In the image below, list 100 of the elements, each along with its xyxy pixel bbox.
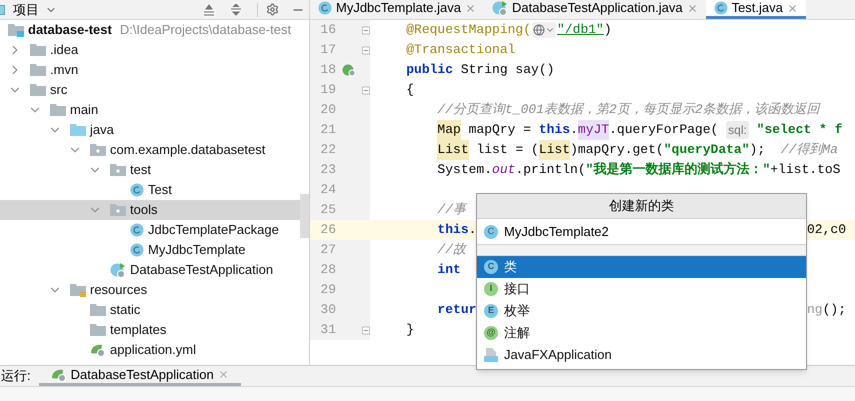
line-number: 24 (319, 181, 336, 200)
tree-label: com.example.databasetest (110, 141, 266, 160)
tree-item[interactable]: com.example.databasetest (0, 140, 300, 160)
tree-item[interactable]: src (0, 80, 300, 100)
tree-item[interactable]: DatabaseTestApplication (0, 260, 300, 280)
code-token: //分页查询t_001表数据，第2页，每页显示2条数据，该函数返回 (437, 101, 820, 120)
tab-label: DatabaseTestApplication (70, 366, 214, 384)
code-token: "select * f (756, 121, 842, 140)
code-token: retur (437, 301, 476, 320)
tree-label: static (110, 301, 140, 320)
fold-marker-icon[interactable] (362, 326, 370, 334)
folder-icon (30, 83, 46, 97)
code-token: "/db1" (557, 21, 604, 40)
close-icon[interactable] (465, 2, 476, 14)
scrollbar-thumb[interactable] (300, 194, 309, 238)
tree-item[interactable]: database-test D:\IdeaProjects\database-test (0, 20, 300, 40)
spring-leaf-icon (50, 368, 67, 382)
class-icon (714, 1, 728, 15)
fold-marker-icon[interactable] (362, 26, 370, 34)
code-token: this (437, 221, 469, 240)
line-number: 21 (319, 121, 336, 140)
tree-label: java (90, 121, 114, 140)
tab-label: Test.java (732, 0, 783, 18)
kind-option[interactable]: JavaFXApplication (477, 344, 806, 366)
class-icon (130, 223, 144, 237)
kind-option[interactable]: I 接口 (477, 278, 806, 300)
settings-icon[interactable] (266, 3, 279, 16)
spring-class-icon (110, 262, 126, 278)
editor-tab[interactable]: DatabaseTestApplication.java (484, 0, 706, 19)
tree-item[interactable]: MyJdbcTemplate (0, 240, 300, 260)
code-token: "我是第一数据库的测试方法：" (586, 160, 770, 180)
kind-option[interactable]: @ 注解 (477, 322, 806, 344)
spring-leaf-icon (90, 343, 106, 357)
project-icon (0, 4, 5, 14)
line-number: 19 (319, 81, 336, 100)
tree-item[interactable]: Test (0, 180, 300, 200)
folder-icon (30, 63, 46, 77)
tab-label: MyJdbcTemplate.java (336, 0, 461, 18)
line-number: 17 (319, 41, 336, 60)
tree-item[interactable]: static (0, 300, 300, 320)
code-token: ); (750, 141, 766, 160)
folder-icon (8, 23, 24, 37)
line-number: 26 (319, 221, 336, 240)
panel-title[interactable]: 项目 (13, 0, 39, 20)
editor-tab[interactable]: Test.java (706, 0, 806, 19)
code-token: //故 (437, 241, 466, 260)
folder-icon (90, 323, 106, 337)
class-icon (318, 1, 332, 15)
close-icon[interactable] (686, 2, 698, 14)
code-token: List (437, 140, 469, 160)
tree-item[interactable]: application.yml (0, 340, 300, 360)
fold-marker-icon[interactable] (362, 86, 370, 94)
folder-icon (90, 143, 106, 157)
tree-item[interactable]: templates (0, 320, 300, 340)
tree-item[interactable]: main (0, 100, 300, 120)
tree-label: resources (90, 281, 148, 300)
code-token: @Transactional (406, 41, 516, 60)
class-icon (130, 183, 144, 197)
close-icon[interactable] (786, 2, 798, 14)
tree-item[interactable]: tools (0, 200, 300, 220)
line-number: 22 (319, 141, 336, 160)
close-icon[interactable] (218, 369, 229, 380)
code-token: "queryData" (664, 141, 750, 160)
folder-icon (50, 103, 66, 117)
tree-item[interactable]: java (0, 120, 300, 140)
tree-item[interactable]: test (0, 160, 300, 180)
tree-item[interactable]: .mvn (0, 60, 300, 80)
kind-option[interactable]: C 类 (477, 256, 806, 278)
code-token: myJT (578, 120, 610, 140)
code-token: public (406, 61, 454, 80)
line-number: 29 (319, 281, 336, 300)
tree-item[interactable]: JdbcTemplatePackage (0, 220, 300, 240)
run-gutter-icon[interactable] (342, 63, 356, 77)
code-token: . (570, 121, 578, 140)
fold-marker-icon[interactable] (362, 46, 370, 54)
editor-tab[interactable]: MyJdbcTemplate.java (310, 0, 484, 19)
javafx-file-icon (484, 348, 498, 362)
expand-all-icon[interactable] (203, 4, 215, 16)
code-token: this (538, 121, 570, 140)
tree-label: .idea (50, 41, 78, 60)
collapse-all-icon[interactable] (230, 4, 242, 16)
class-icon (130, 243, 144, 257)
project-path: D:\IdeaProjects\database-test (120, 21, 292, 40)
folder-icon (110, 203, 126, 217)
globe-dropdown-icon[interactable] (532, 22, 556, 38)
tree-label: application.yml (110, 341, 196, 360)
tree-label: tools (130, 201, 158, 220)
kind-icon: C (484, 260, 498, 274)
kind-option[interactable]: E 枚举 (477, 300, 806, 322)
code-token: Map (437, 120, 461, 140)
option-label: JavaFXApplication (504, 346, 612, 364)
code-token: mapQry = (468, 121, 532, 140)
option-label: 类 (504, 258, 517, 276)
code-token: +list.toS (770, 161, 840, 180)
line-number: 31 (319, 321, 336, 340)
tree-label: test (130, 161, 151, 180)
line-number: 27 (319, 241, 336, 260)
tree-item[interactable]: resources (0, 280, 300, 300)
tree-item[interactable]: .idea (0, 40, 300, 60)
option-label: 注解 (504, 324, 530, 342)
